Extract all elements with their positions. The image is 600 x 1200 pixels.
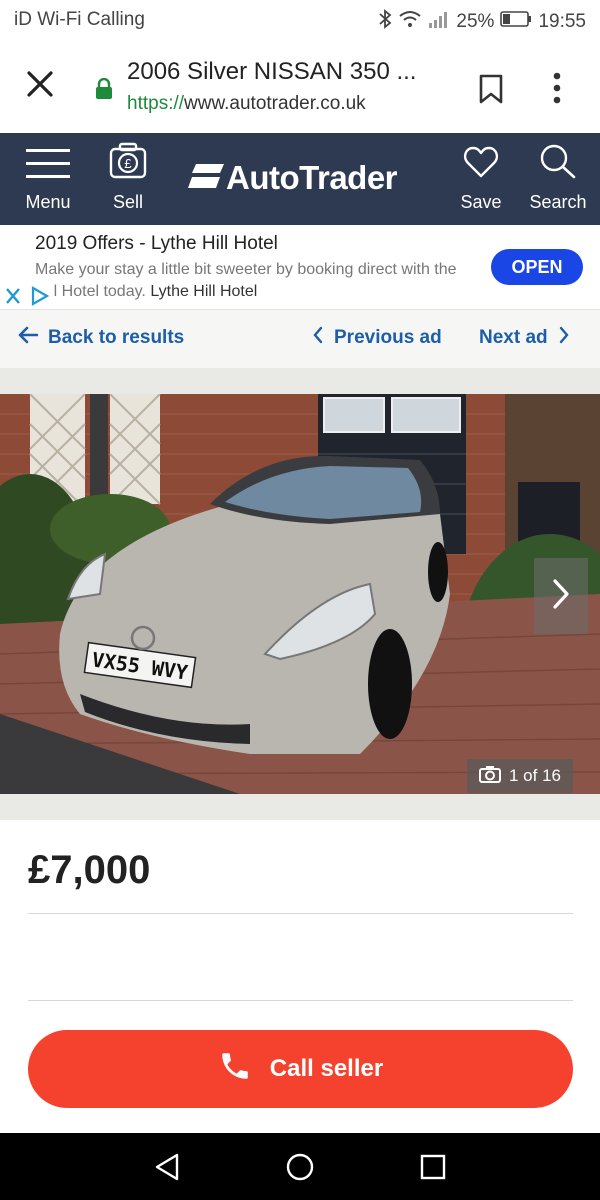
section-spacer	[0, 368, 600, 394]
bluetooth-icon	[378, 9, 392, 35]
photo-count-label: 1 of 16	[509, 766, 561, 785]
sell-label: Sell	[112, 192, 143, 212]
next-photo-button[interactable]	[534, 558, 588, 634]
phone-icon	[218, 1049, 252, 1090]
next-ad-link[interactable]: Next ad	[479, 326, 570, 350]
url-host: www.autotrader.co.uk	[184, 93, 366, 114]
back-to-results-label: Back to results	[48, 327, 185, 348]
ad-open-button[interactable]: OPEN	[491, 249, 583, 285]
svg-text:£: £	[124, 156, 132, 171]
system-nav-bar	[0, 1133, 600, 1200]
previous-ad-link[interactable]: Previous ad	[312, 326, 442, 350]
arrow-left-icon	[18, 326, 39, 350]
home-circle-icon[interactable]	[285, 1152, 315, 1187]
menu-label: Menu	[25, 192, 71, 212]
next-ad-label: Next ad	[479, 327, 548, 348]
save-button[interactable]: Save	[452, 133, 510, 225]
logo-mark-icon	[186, 162, 226, 195]
menu-button[interactable]: Menu	[16, 133, 80, 225]
search-icon	[539, 143, 577, 184]
logo-wordmark: AutoTrader	[226, 159, 398, 196]
listing-photo[interactable]: VX55 WVY	[0, 394, 600, 794]
divider	[28, 1000, 573, 1001]
status-icons: 25% 19:55	[378, 9, 586, 35]
save-label: Save	[460, 192, 502, 212]
more-options-icon[interactable]	[552, 72, 562, 109]
ad-advertiser: Lythe Hill Hotel	[150, 283, 258, 300]
page-title[interactable]: 2006 Silver NISSAN 350 ...	[127, 58, 416, 86]
carrier-label: iD Wi-Fi Calling	[14, 9, 145, 30]
lock-icon	[95, 77, 113, 105]
section-spacer	[0, 794, 600, 820]
bookmark-icon[interactable]	[478, 74, 504, 109]
ad-body: Make your stay a little bit sweeter by b…	[35, 259, 465, 303]
camera-icon	[479, 765, 501, 788]
sell-button[interactable]: £ Sell	[100, 133, 156, 225]
ad-title[interactable]: 2019 Offers - Lythe Hill Hotel	[35, 233, 278, 255]
chevron-right-icon	[550, 577, 572, 616]
previous-ad-label: Previous ad	[334, 327, 442, 348]
ad-banner[interactable]: 2019 Offers - Lythe Hill Hotel Make your…	[0, 225, 600, 310]
photo-counter[interactable]: 1 of 16	[467, 759, 573, 793]
results-nav: Back to results Previous ad Next ad	[0, 310, 600, 368]
sell-camera-icon: £	[108, 141, 148, 184]
wifi-icon	[398, 9, 422, 35]
browser-toolbar: 2006 Silver NISSAN 350 ... https://www.a…	[0, 40, 600, 132]
clock: 19:55	[538, 11, 586, 32]
battery-icon	[500, 10, 532, 34]
chevron-left-icon	[312, 326, 324, 350]
call-seller-button[interactable]: Call seller	[28, 1030, 573, 1108]
call-seller-label: Call seller	[269, 1055, 384, 1082]
ad-choices[interactable]	[2, 284, 54, 313]
recents-square-icon[interactable]	[420, 1154, 446, 1185]
url-scheme: https://	[127, 93, 185, 114]
chevron-right-icon	[558, 326, 570, 350]
close-tab-icon[interactable]	[22, 66, 58, 102]
car-photo-illustration: VX55 WVY	[0, 394, 600, 794]
signal-icon	[428, 9, 450, 35]
page-url[interactable]: https://www.autotrader.co.uk	[127, 93, 366, 115]
search-button[interactable]: Search	[522, 133, 594, 225]
divider	[28, 913, 573, 914]
back-triangle-icon[interactable]	[153, 1152, 181, 1187]
status-bar: iD Wi-Fi Calling 25% 19:55	[0, 0, 600, 40]
autotrader-logo[interactable]: AutoTrader	[186, 159, 398, 197]
battery-percent: 25%	[456, 11, 495, 32]
back-to-results-link[interactable]: Back to results	[18, 326, 184, 350]
search-label: Search	[529, 192, 587, 212]
hamburger-icon	[26, 147, 70, 184]
site-header: Menu £ Sell AutoTrader Save Search	[0, 133, 600, 225]
heart-icon	[463, 145, 499, 184]
price: £7,000	[28, 848, 151, 892]
